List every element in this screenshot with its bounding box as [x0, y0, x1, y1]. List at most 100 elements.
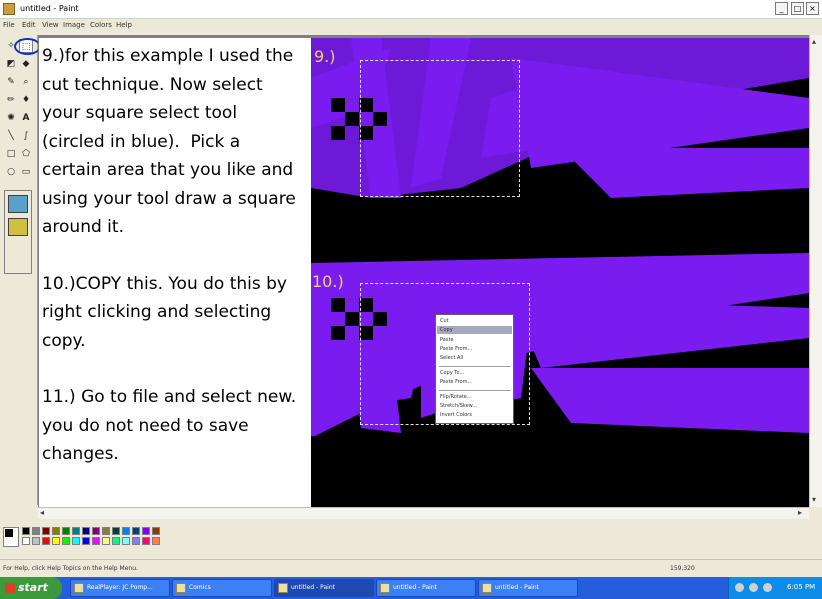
taskbar: start RealPlayer: JC Pomp... Comics unti… — [0, 577, 822, 599]
palette-swatch[interactable] — [82, 527, 90, 535]
curve-tool[interactable]: ∫ — [19, 129, 33, 143]
paint-window: untitled - Paint _ □ × File Edit View Im… — [0, 0, 822, 577]
palette-swatch[interactable] — [92, 537, 100, 545]
palette-swatch[interactable] — [142, 537, 150, 545]
task-paint-3[interactable]: untitled - Paint — [478, 579, 578, 597]
task-comics[interactable]: Comics — [172, 579, 272, 597]
start-button[interactable]: start — [0, 577, 62, 599]
ctx-item-paste-from[interactable]: Paste From... — [440, 346, 472, 352]
palette-swatch[interactable] — [112, 527, 120, 535]
palette-swatch[interactable] — [62, 527, 70, 535]
task-paint-1[interactable]: untitled - Paint — [274, 579, 374, 597]
menu-view[interactable]: View — [42, 21, 59, 29]
step-10-text: 10.)COPY this. You do this by right clic… — [42, 273, 287, 351]
palette-swatch[interactable] — [92, 527, 100, 535]
ctx-item-cut[interactable]: Cut — [440, 318, 449, 324]
menu-image[interactable]: Image — [63, 21, 85, 29]
task-paint-2[interactable]: untitled - Paint — [376, 579, 476, 597]
text-tool[interactable]: A — [19, 111, 33, 125]
blue-circle-annotation — [14, 38, 41, 55]
ctx-item-flip-rotate[interactable]: Flip/Rotate... — [440, 394, 472, 400]
polygon-tool[interactable]: ⬠ — [19, 147, 33, 161]
palette-swatch[interactable] — [22, 537, 30, 545]
task-label: untitled - Paint — [495, 584, 539, 591]
step-11-text: 11.) Go to file and select new. you do n… — [42, 387, 297, 464]
ctx-item-copy-to[interactable]: Copy To... — [440, 370, 464, 376]
foreground-color-swatch — [5, 529, 13, 537]
ellipse-tool[interactable]: ○ — [4, 165, 18, 179]
menu-help[interactable]: Help — [116, 21, 132, 29]
ctx-item-invert-colors[interactable]: Invert Colors — [440, 412, 472, 418]
palette-swatch[interactable] — [152, 537, 160, 545]
task-label: Comics — [189, 584, 211, 591]
ctx-item-paste[interactable]: Paste — [440, 337, 454, 343]
opaque-option-icon[interactable] — [8, 195, 28, 213]
tray-app-icon[interactable] — [763, 583, 772, 592]
menu-colors[interactable]: Colors — [90, 21, 112, 29]
airbrush-tool[interactable]: ✺ — [4, 111, 18, 125]
palette-swatch[interactable] — [112, 537, 120, 545]
paint-icon — [278, 583, 288, 593]
palette-swatch[interactable] — [42, 537, 50, 545]
paint-icon — [482, 583, 492, 593]
context-menu-separator — [439, 366, 511, 367]
tray-clock: 6:05 PM — [787, 583, 816, 591]
palette-swatch[interactable] — [152, 527, 160, 535]
vertical-scrollbar[interactable]: ▴ ▾ — [809, 35, 822, 507]
palette-swatch[interactable] — [102, 537, 110, 545]
palette-swatch[interactable] — [52, 537, 60, 545]
tray-volume-icon[interactable] — [749, 583, 758, 592]
minimize-button[interactable]: _ — [775, 2, 788, 15]
maximize-button[interactable]: □ — [791, 2, 804, 15]
palette-swatch[interactable] — [62, 537, 70, 545]
step-9-text: 9.)for this example I used the cut techn… — [42, 46, 296, 237]
palette-swatch[interactable] — [122, 537, 130, 545]
title-bar: untitled - Paint _ □ × — [0, 0, 822, 19]
ctx-item-select-all[interactable]: Select All — [440, 355, 463, 361]
scroll-right-arrow-icon[interactable]: ▸ — [798, 508, 802, 517]
palette-swatch[interactable] — [42, 527, 50, 535]
color-picker-tool[interactable]: ✎ — [4, 75, 18, 89]
menu-edit[interactable]: Edit — [22, 21, 36, 29]
horizontal-scrollbar[interactable]: ◂ ▸ — [38, 507, 809, 519]
ctx-item-copy[interactable]: Copy — [440, 327, 453, 333]
transparent-option-icon[interactable] — [8, 218, 28, 236]
eraser-tool[interactable]: ◩ — [4, 57, 18, 71]
ctx-item-stretch-skew[interactable]: Stretch/Skew... — [440, 403, 477, 409]
brush-tool[interactable]: ♦ — [19, 93, 33, 107]
rectangle-tool[interactable]: □ — [4, 147, 18, 161]
fill-tool[interactable]: ◆ — [19, 57, 33, 71]
scroll-left-arrow-icon[interactable]: ◂ — [40, 508, 44, 517]
palette-swatch[interactable] — [122, 527, 130, 535]
status-coordinates: 159,320 — [670, 565, 695, 572]
palette-swatch[interactable] — [132, 527, 140, 535]
ctx-item-paste-from-2[interactable]: Paste From... — [440, 379, 472, 385]
scroll-down-arrow-icon[interactable]: ▾ — [812, 495, 816, 504]
window-title: untitled - Paint — [20, 4, 79, 13]
palette-swatch[interactable] — [82, 537, 90, 545]
pencil-tool[interactable]: ✏ — [4, 93, 18, 107]
palette-swatch[interactable] — [32, 527, 40, 535]
palette-swatch[interactable] — [22, 527, 30, 535]
scroll-up-arrow-icon[interactable]: ▴ — [812, 37, 816, 46]
tray-network-icon[interactable] — [735, 583, 744, 592]
rounded-rectangle-tool[interactable]: ▭ — [19, 165, 33, 179]
palette-swatch[interactable] — [52, 527, 60, 535]
paint-app-icon — [3, 3, 15, 15]
menu-file[interactable]: File — [3, 21, 15, 29]
tutorial-text-panel: 9.)for this example I used the cut techn… — [39, 38, 311, 507]
menu-bar: File Edit View Image Colors Help — [0, 19, 822, 33]
close-button[interactable]: × — [806, 2, 819, 15]
palette-swatch[interactable] — [32, 537, 40, 545]
palette-swatch[interactable] — [132, 537, 140, 545]
palette-swatch[interactable] — [142, 527, 150, 535]
magnifier-tool[interactable]: ⌕ — [19, 75, 33, 89]
palette-swatch[interactable] — [72, 537, 80, 545]
task-realplayer[interactable]: RealPlayer: JC Pomp... — [70, 579, 170, 597]
tool-options-box — [4, 190, 32, 274]
status-bar: For Help, click Help Topics on the Help … — [0, 559, 822, 577]
line-tool[interactable]: ╲ — [4, 129, 18, 143]
realplayer-icon — [74, 583, 84, 593]
palette-swatch[interactable] — [102, 527, 110, 535]
palette-swatch[interactable] — [72, 527, 80, 535]
